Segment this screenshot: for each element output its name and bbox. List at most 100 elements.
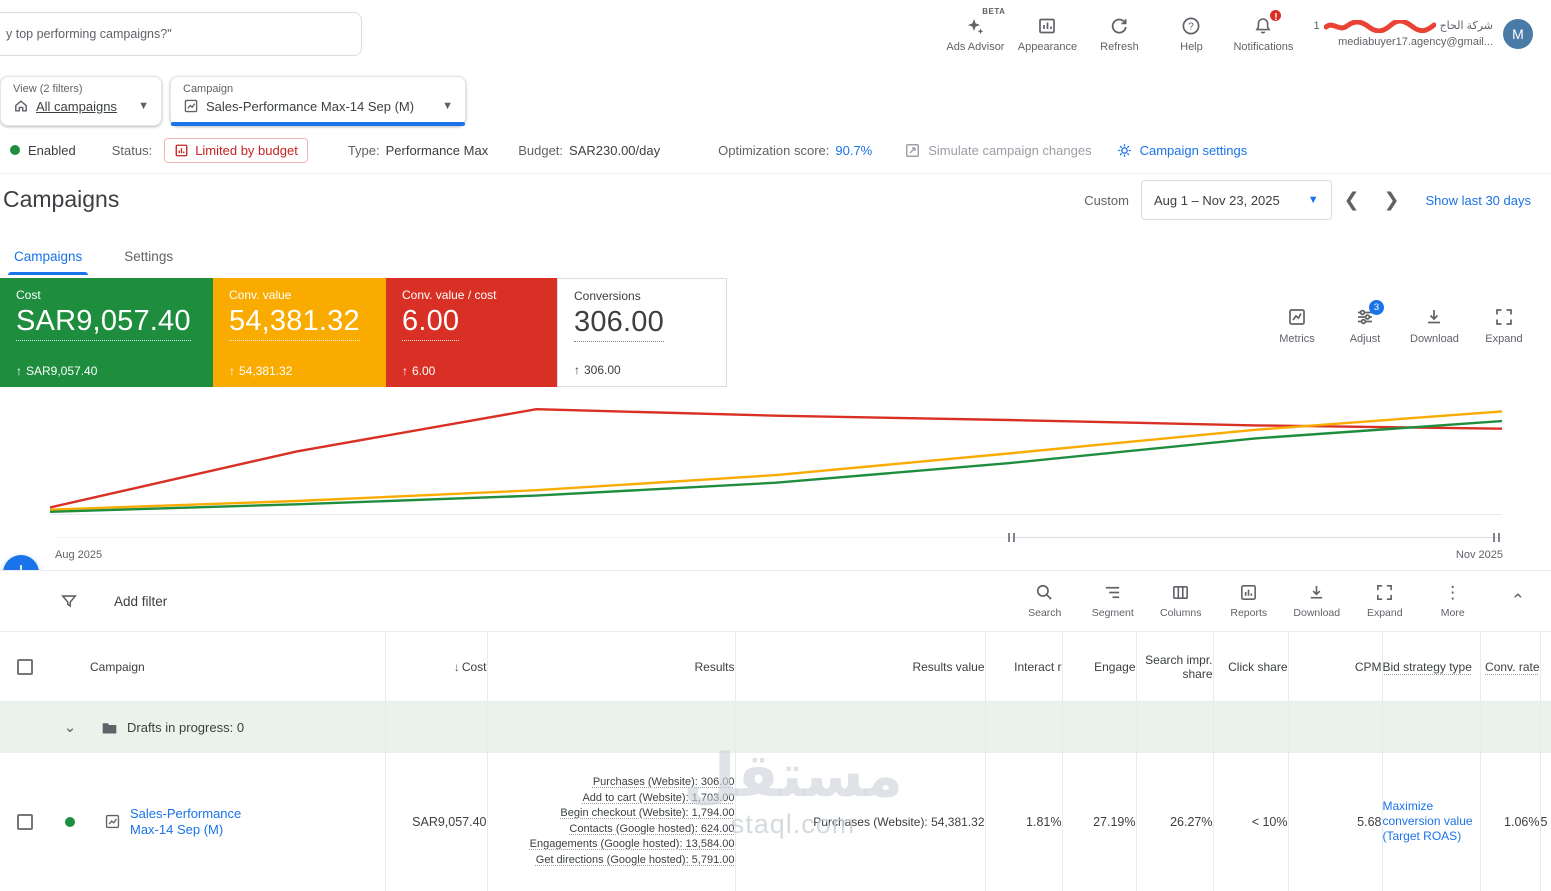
optimization-score-value[interactable]: 90.7% (835, 143, 872, 158)
scorecard-conversions[interactable]: Conversions 306.00 ↑ 306.00 (557, 278, 727, 387)
more-button[interactable]: ⋮ More (1429, 583, 1477, 619)
search-icon (1035, 583, 1054, 602)
campaign-table-row[interactable]: Sales-Performance Max-14 Sep (M) SAR9,05… (0, 752, 1551, 891)
gear-icon (1116, 142, 1133, 159)
scorecard-value: 306.00 (574, 306, 664, 342)
account-name-arabic: شركة الحاج (1439, 20, 1493, 32)
limited-by-budget-badge[interactable]: Limited by budget (164, 137, 308, 163)
scorecard-conv-value[interactable]: Conv. value 54,381.32 ↑ 54,381.32 (213, 278, 386, 387)
performance-max-campaign-icon (104, 813, 121, 830)
notifications-button[interactable]: ! Notifications (1227, 7, 1299, 53)
scorecard-label: Cost (16, 288, 41, 302)
segment-icon (1103, 583, 1122, 602)
tab-settings[interactable]: Settings (112, 240, 185, 275)
campaign-settings-button[interactable]: Campaign settings (1116, 142, 1247, 159)
conv-rate-cell: 1.06% (1479, 752, 1540, 891)
result-line[interactable]: Engagements (Google hosted): 13,584.00 (530, 838, 735, 850)
search-button[interactable]: Search (1021, 583, 1069, 619)
show-last-30-days-link[interactable]: Show last 30 days (1425, 193, 1531, 208)
reports-button[interactable]: Reports (1225, 583, 1273, 619)
svg-text:?: ? (1189, 21, 1195, 32)
campaign-filter-chip[interactable]: Campaign Sales-Performance Max-14 Sep (M… (170, 76, 466, 126)
metrics-button[interactable]: Metrics (1274, 307, 1320, 345)
column-header-cost[interactable]: ↓ Cost (384, 631, 487, 702)
columns-icon (1171, 583, 1190, 602)
column-header-bid-strategy-type[interactable]: Bid strategy type (1381, 631, 1480, 702)
bid-strategy-cell[interactable]: Maximize conversion value (Target ROAS) (1381, 752, 1480, 891)
add-filter-button[interactable]: Add filter (114, 594, 167, 609)
row-checkbox[interactable] (17, 813, 33, 830)
campaign-enabled-dot[interactable] (65, 816, 75, 827)
chart-scrollbar-right-handle[interactable] (1493, 533, 1500, 542)
more-vertical-icon: ⋮ (1444, 583, 1462, 602)
next-period-button[interactable]: ❯ (1372, 189, 1412, 212)
filter-chips-row: View (2 filters) All campaigns ▼ Campaig… (0, 76, 466, 126)
result-line[interactable]: Get directions (Google hosted): 5,791.00 (536, 854, 735, 866)
column-header-search-impr-share[interactable]: Search impr. share (1135, 631, 1213, 702)
column-header-engage[interactable]: Engage (1061, 631, 1136, 702)
scorecard-value: 54,381.32 (229, 305, 360, 341)
view-filter-value: All campaigns (36, 98, 117, 114)
filter-funnel-icon[interactable] (60, 592, 78, 610)
chevron-down-icon: ▼ (442, 100, 453, 112)
results-value-cell: Purchases (Website): 54,381.32 (734, 752, 985, 891)
campaign-name-link[interactable]: Sales-Performance Max-14 Sep (M) (130, 806, 252, 838)
avatar[interactable]: M (1503, 19, 1533, 49)
search-input[interactable] (0, 12, 362, 56)
tab-campaigns[interactable]: Campaigns (2, 240, 94, 275)
x-axis-start-label: Aug 2025 (55, 549, 103, 561)
result-line[interactable]: Add to cart (Website): 1,703.00 (582, 792, 734, 804)
performance-trend-chart[interactable] (50, 398, 1502, 518)
columns-button[interactable]: Columns (1157, 583, 1205, 619)
previous-period-button[interactable]: ❮ (1332, 189, 1372, 212)
download-button[interactable]: Download (1410, 307, 1459, 345)
column-header-conv-rate[interactable]: Conv. rate (1479, 631, 1540, 702)
enabled-status-dot (10, 145, 20, 155)
column-header-click-share[interactable]: Click share (1212, 631, 1288, 702)
help-icon: ? (1181, 16, 1201, 36)
optimization-score-label: Optimization score: (718, 142, 830, 158)
campaign-filter-value: Sales-Performance Max-14 Sep (M) (206, 98, 415, 114)
column-header-interact-rate[interactable]: Interact r (984, 631, 1062, 702)
chevron-down-icon[interactable]: ⌄ (50, 718, 90, 736)
chart-scrollbar[interactable] (55, 533, 1502, 543)
scorecard-label: Conv. value (229, 288, 292, 302)
expand-icon (1375, 583, 1394, 602)
cpm-cell: 5.68 (1287, 752, 1382, 891)
tab-bar: Campaigns Settings (2, 240, 185, 275)
column-header-results-value[interactable]: Results value (734, 631, 985, 702)
column-header-results[interactable]: Results (486, 631, 735, 702)
enabled-label[interactable]: Enabled (28, 143, 76, 158)
scorecard-conv-value-per-cost[interactable]: Conv. value / cost 6.00 ↑ 6.00 (386, 278, 557, 387)
account-info[interactable]: 1 شركة الحاج mediabuyer17.agency@gmail..… (1313, 18, 1493, 50)
scorecard-cost[interactable]: Cost SAR9,057.40 ↑ SAR9,057.40 (0, 278, 213, 387)
campaign-filter-label: Campaign (183, 83, 234, 95)
refresh-button[interactable]: Refresh (1083, 16, 1155, 53)
expand-button[interactable]: Expand (1481, 307, 1527, 345)
adjust-label: Adjust (1349, 333, 1381, 345)
metrics-icon (1287, 307, 1307, 327)
download-table-button[interactable]: Download (1293, 583, 1341, 619)
collapse-chevron-up-icon[interactable]: ⌃ (1497, 591, 1537, 611)
appearance-button[interactable]: Appearance (1011, 16, 1083, 53)
view-filter-chip[interactable]: View (2 filters) All campaigns ▼ (0, 76, 162, 126)
select-all-checkbox[interactable] (17, 658, 33, 675)
budget-value[interactable]: SAR230.00/day (569, 143, 660, 158)
download-icon (1307, 583, 1326, 602)
chevron-down-icon: ▼ (1307, 194, 1319, 206)
campaign-status-bar: Enabled Status: Limited by budget Type: … (10, 136, 1551, 164)
result-line[interactable]: Contacts (Google hosted): 624.00 (569, 823, 734, 835)
chart-scrollbar-left-handle[interactable] (1008, 533, 1015, 542)
drafts-in-progress-row[interactable]: ⌄ Drafts in progress: 0 (0, 701, 1551, 753)
date-range-picker[interactable]: Aug 1 – Nov 23, 2025 ▼ (1140, 180, 1332, 220)
column-header-campaign[interactable]: Campaign (90, 631, 385, 702)
help-button[interactable]: ? Help (1155, 16, 1227, 53)
result-line[interactable]: Begin checkout (Website): 1,794.00 (560, 807, 734, 819)
expand-table-button[interactable]: Expand (1361, 583, 1409, 619)
column-header-cpm[interactable]: CPM (1287, 631, 1382, 702)
segment-button[interactable]: Segment (1089, 583, 1137, 619)
adjust-button[interactable]: 3 Adjust (1342, 300, 1388, 345)
result-line[interactable]: Purchases (Website): 306.00 (593, 776, 735, 788)
date-mode-label[interactable]: Custom (1084, 193, 1129, 208)
ads-advisor-button[interactable]: BETA Ads Advisor (939, 7, 1011, 53)
